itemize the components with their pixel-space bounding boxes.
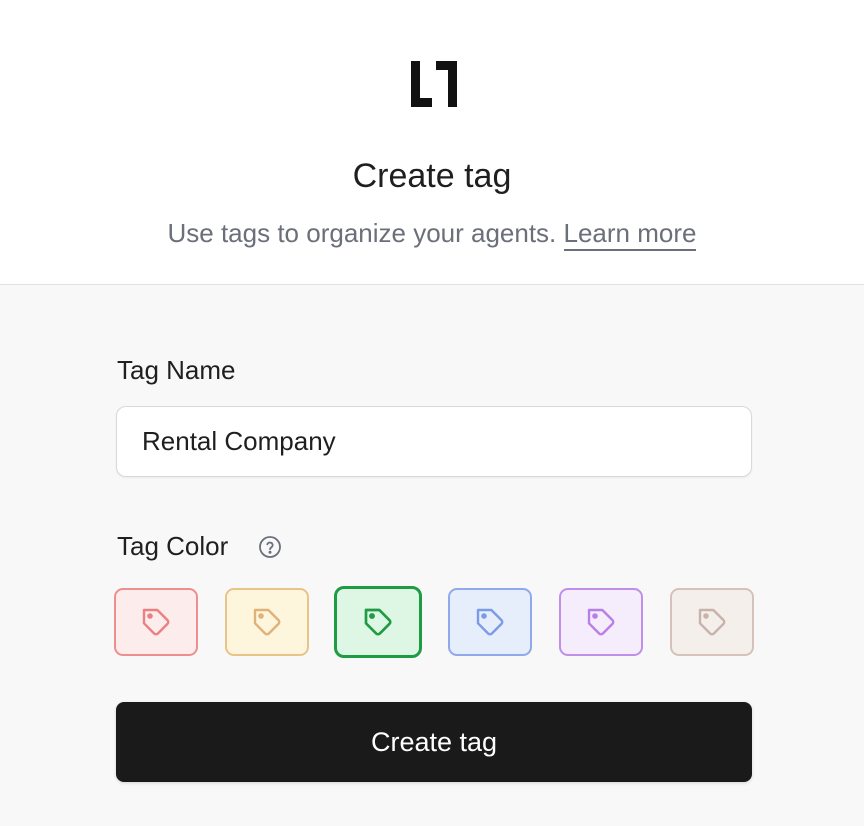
tag-icon (587, 608, 615, 636)
color-swatch-red[interactable] (114, 588, 198, 656)
color-swatch-yellow[interactable] (225, 588, 309, 656)
learn-more-link[interactable]: Learn more (563, 218, 697, 251)
page-title: Create tag (352, 157, 512, 195)
subtitle-text: Use tags to organize your agents. (167, 218, 557, 248)
logo-icon (411, 61, 457, 107)
modal-body: Tag Name Tag Color Create tag (0, 285, 864, 826)
color-swatch-brown[interactable] (670, 588, 754, 656)
tag-icon (364, 608, 392, 636)
modal-header: Create tag Use tags to organize your age… (0, 0, 864, 285)
tag-color-label: Tag Color (117, 531, 229, 561)
tag-icon (476, 608, 504, 636)
color-swatch-green[interactable] (334, 586, 422, 658)
tag-icon (142, 608, 170, 636)
color-swatch-purple[interactable] (559, 588, 643, 656)
help-icon[interactable] (258, 535, 282, 559)
tag-name-input[interactable] (116, 406, 752, 477)
tag-icon (698, 608, 726, 636)
tag-name-label: Tag Name (117, 355, 236, 385)
page-subtitle: Use tags to organize your agents. Learn … (0, 215, 864, 251)
create-tag-button[interactable]: Create tag (116, 702, 752, 782)
tag-icon (253, 608, 281, 636)
color-swatch-blue[interactable] (448, 588, 532, 656)
